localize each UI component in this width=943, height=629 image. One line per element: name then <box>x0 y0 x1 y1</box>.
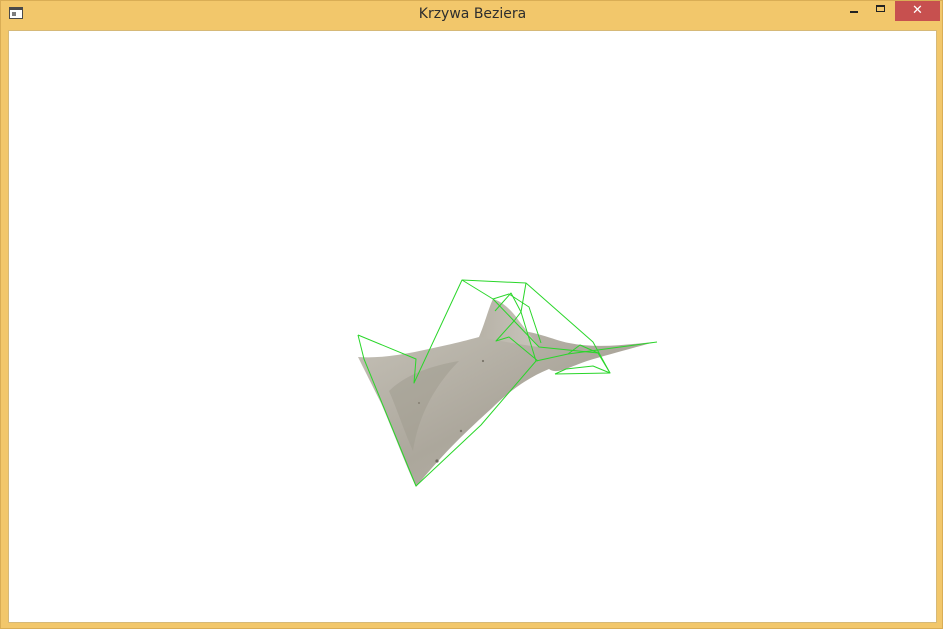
application-window: Krzywa Beziera ✕ <box>0 0 943 629</box>
minimize-button[interactable] <box>841 1 867 21</box>
maximize-button[interactable] <box>868 1 894 21</box>
surface-texture-speck <box>435 459 439 463</box>
title-bar[interactable]: Krzywa Beziera ✕ <box>1 1 943 29</box>
surface-texture-speck <box>481 359 485 363</box>
surface-texture-speck <box>418 402 420 404</box>
window-title: Krzywa Beziera <box>418 6 527 22</box>
bezier-surface-scene <box>357 279 658 487</box>
surface-texture-speck <box>459 429 463 433</box>
close-icon: ✕ <box>912 3 923 18</box>
close-button[interactable]: ✕ <box>895 1 940 21</box>
bezier-surface <box>358 299 655 487</box>
render-viewport[interactable] <box>8 30 937 623</box>
